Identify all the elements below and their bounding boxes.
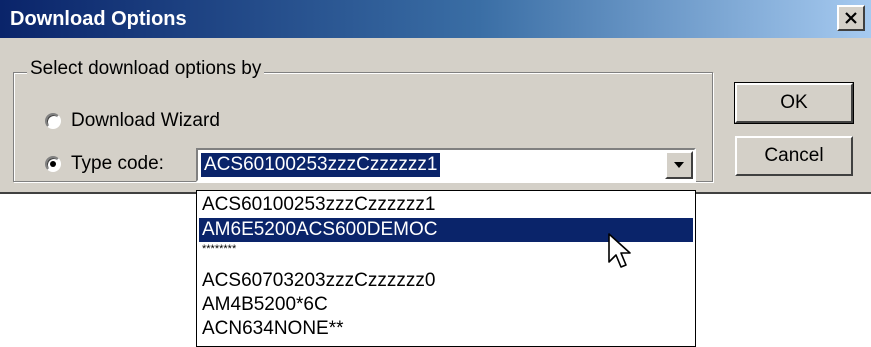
mouse-pointer-icon bbox=[608, 233, 631, 268]
close-icon bbox=[845, 12, 857, 24]
cancel-button[interactable]: Cancel bbox=[735, 136, 853, 176]
type-code-value[interactable]: ACS60100253zzzCzzzzzz1 bbox=[201, 153, 441, 177]
groupbox-legend: Select download options by bbox=[27, 58, 265, 80]
download-wizard-label: Download Wizard bbox=[71, 110, 220, 131]
download-options-dialog: Download Options Select download options… bbox=[0, 0, 871, 194]
type-code-radio[interactable] bbox=[45, 156, 61, 172]
chevron-down-icon bbox=[674, 162, 684, 168]
type-code-combobox[interactable]: ACS60100253zzzCzzzzzz1 bbox=[196, 148, 696, 182]
download-wizard-radio[interactable] bbox=[45, 113, 61, 129]
list-item[interactable]: ACN634NONE** bbox=[199, 317, 693, 341]
combo-dropdown-button[interactable] bbox=[665, 151, 693, 179]
title-bar[interactable]: Download Options bbox=[0, 0, 871, 38]
download-wizard-option[interactable]: Download Wizard bbox=[45, 110, 220, 132]
list-item[interactable]: ACS60100253zzzCzzzzzz1 bbox=[199, 193, 693, 217]
type-code-label: Type code: bbox=[71, 153, 164, 174]
list-item[interactable]: ACS60703203zzzCzzzzzz0 bbox=[199, 269, 693, 293]
list-item[interactable]: AM4B5200*6C bbox=[199, 293, 693, 317]
type-code-option[interactable]: Type code: bbox=[45, 153, 164, 175]
close-button[interactable] bbox=[837, 5, 865, 31]
window-title: Download Options bbox=[10, 8, 187, 30]
ok-button[interactable]: OK bbox=[734, 82, 854, 124]
